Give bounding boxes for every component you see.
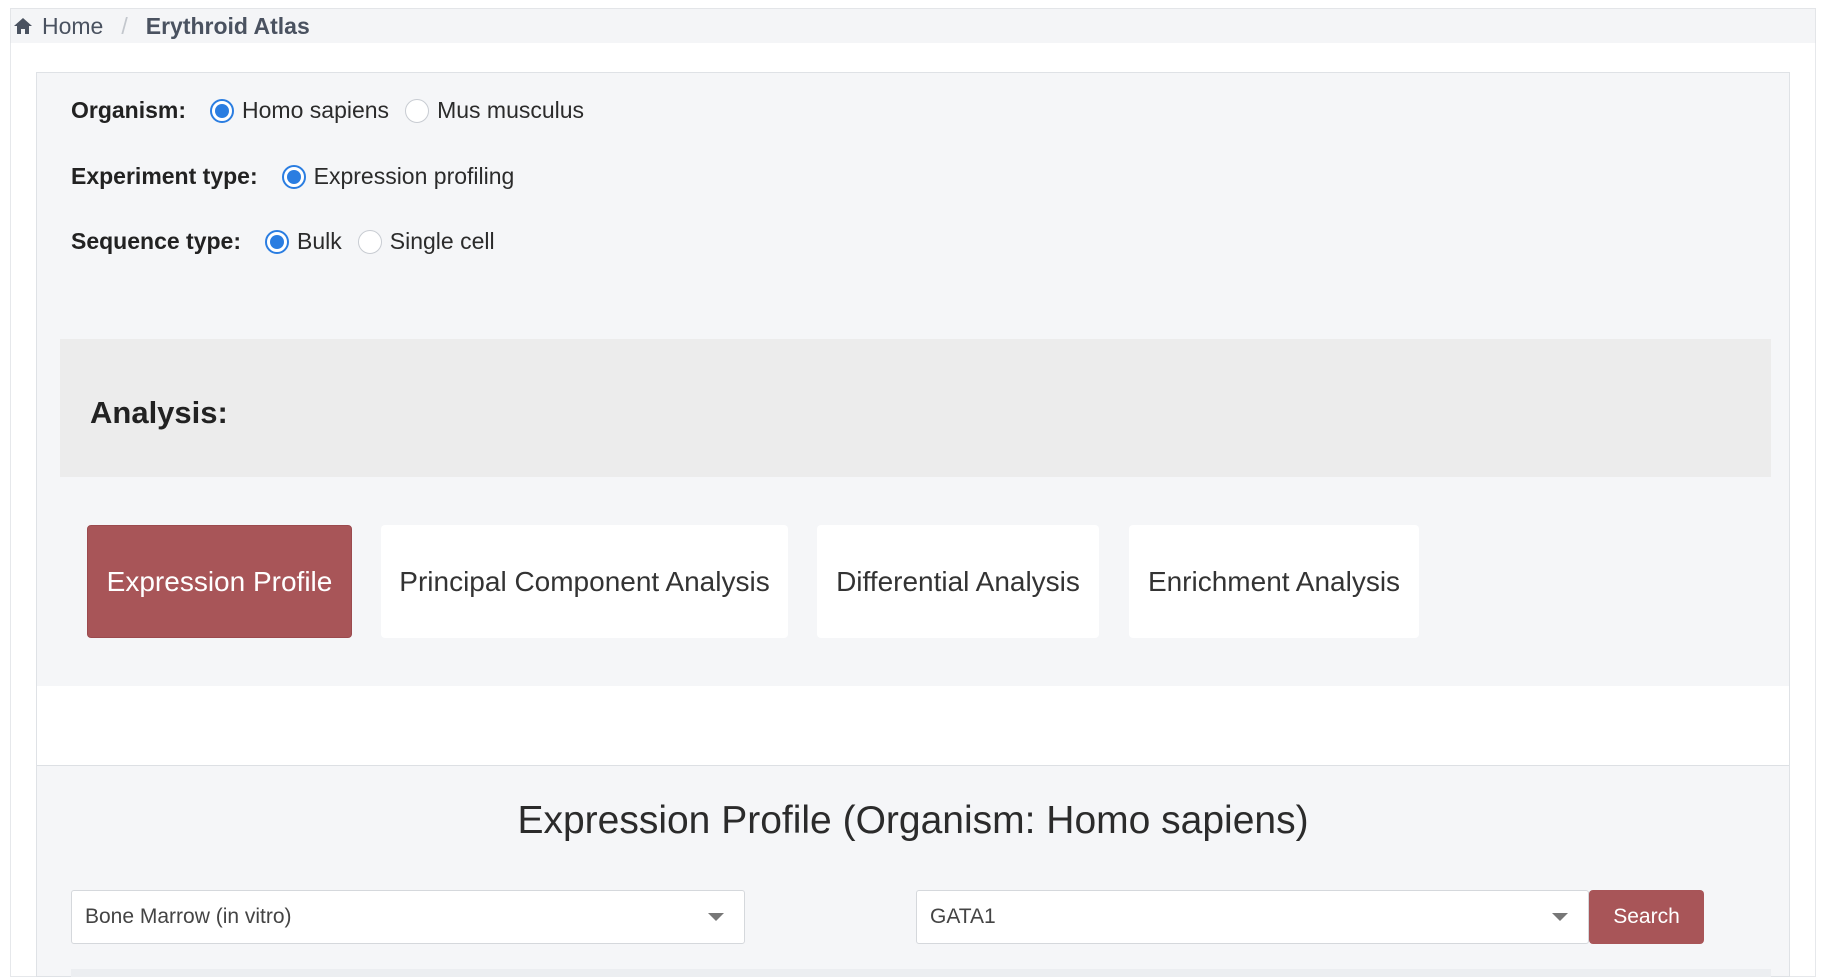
gene-select[interactable]: GATA1 bbox=[916, 890, 1589, 944]
sequence-option-bulk[interactable]: Bulk bbox=[265, 228, 342, 255]
radio-label-mus-musculus: Mus musculus bbox=[437, 97, 585, 123]
radio-mus-musculus[interactable] bbox=[405, 98, 430, 123]
tab-enrichment-analysis[interactable]: Enrichment Analysis bbox=[1129, 525, 1419, 638]
breadcrumb-separator: / bbox=[121, 12, 128, 39]
breadcrumb-home-label: Home bbox=[42, 12, 104, 39]
breadcrumb-home-link[interactable]: Home bbox=[13, 13, 103, 40]
radio-bulk[interactable] bbox=[265, 229, 289, 254]
breadcrumb-current: Erythroid Atlas bbox=[145, 12, 310, 39]
results-area-top bbox=[71, 969, 1771, 977]
organism-row: Organism: Homo sapiens Mus musculus bbox=[71, 97, 600, 124]
tab-expression-profile[interactable]: Expression Profile bbox=[87, 525, 352, 638]
radio-homo-sapiens[interactable] bbox=[210, 98, 235, 123]
breadcrumb: Home / Erythroid Atlas bbox=[10, 8, 1816, 43]
sequence-option-single-cell[interactable]: Single cell bbox=[357, 228, 495, 255]
section-title: Expression Profile (Organism: Homo sapie… bbox=[517, 799, 1309, 842]
main-panel: Organism: Homo sapiens Mus musculus Expe… bbox=[36, 72, 1790, 977]
organism-label: Organism: bbox=[71, 97, 187, 123]
section-divider bbox=[37, 686, 1789, 766]
home-icon bbox=[14, 18, 32, 34]
app-root: Home / Erythroid Atlas Organism: Homo sa… bbox=[0, 0, 1825, 977]
radio-label-bulk: Bulk bbox=[297, 228, 342, 254]
experiment-option-expression-profiling[interactable]: Expression profiling bbox=[281, 163, 515, 190]
radio-label-expression-profiling: Expression profiling bbox=[313, 163, 515, 189]
radio-label-single-cell: Single cell bbox=[389, 228, 495, 254]
sequence-type-label: Sequence type: bbox=[71, 228, 241, 254]
tissue-select-value: Bone Marrow (in vitro) bbox=[85, 905, 292, 928]
organism-option-mus-musculus[interactable]: Mus musculus bbox=[405, 97, 584, 124]
chevron-down-icon bbox=[708, 913, 724, 921]
analysis-header-box: Analysis: bbox=[60, 339, 1771, 477]
experiment-type-row: Experiment type: Expression profiling bbox=[71, 163, 530, 190]
organism-option-homo-sapiens[interactable]: Homo sapiens bbox=[210, 97, 389, 124]
radio-expression-profiling[interactable] bbox=[281, 164, 306, 189]
search-button[interactable]: Search bbox=[1589, 890, 1704, 944]
analysis-title: Analysis: bbox=[90, 395, 228, 430]
radio-single-cell[interactable] bbox=[357, 229, 382, 254]
chevron-down-icon bbox=[1552, 913, 1568, 921]
experiment-type-label: Experiment type: bbox=[71, 163, 258, 189]
tissue-select[interactable]: Bone Marrow (in vitro) bbox=[71, 890, 745, 944]
tab-differential-analysis[interactable]: Differential Analysis bbox=[817, 525, 1099, 638]
gene-select-value: GATA1 bbox=[930, 905, 996, 928]
sequence-type-row: Sequence type: Bulk Single cell bbox=[71, 228, 511, 255]
tab-principal-component-analysis[interactable]: Principal Component Analysis bbox=[381, 525, 788, 638]
radio-label-homo-sapiens: Homo sapiens bbox=[242, 97, 390, 123]
